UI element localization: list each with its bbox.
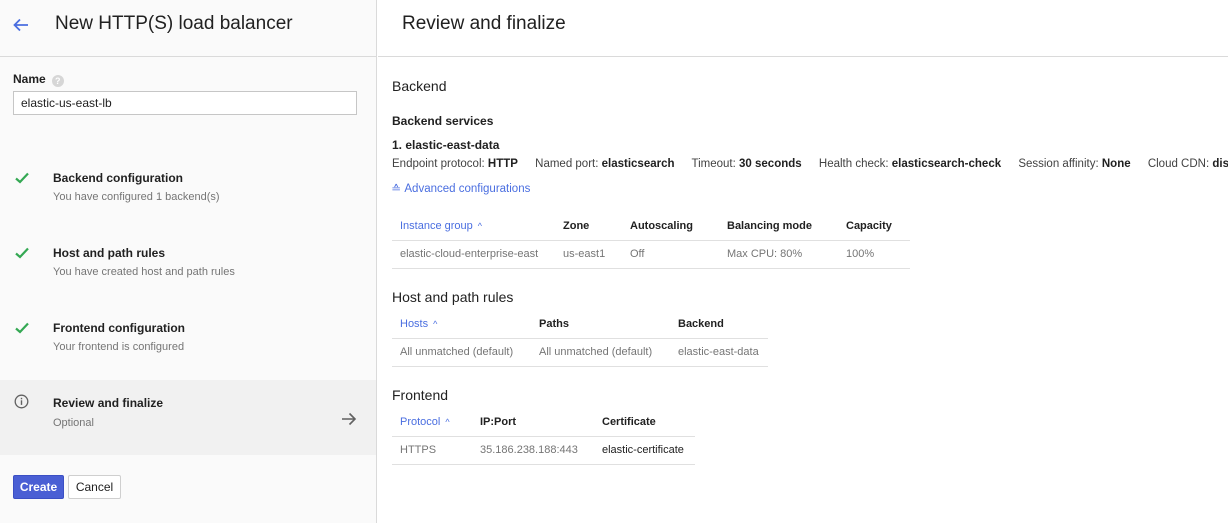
sort-ascending-icon: ^	[433, 318, 438, 329]
create-button[interactable]: Create	[13, 475, 64, 499]
prop-label: Session affinity:	[1018, 158, 1099, 170]
prop-label: Health check:	[818, 158, 889, 170]
cell-backend: elastic-east-data	[670, 338, 768, 367]
arrow-right-icon[interactable]	[341, 412, 357, 426]
cell-certificate: elastic-certificate	[594, 436, 695, 465]
cell-autoscaling: Off	[622, 240, 719, 269]
column-header-backend: Backend	[670, 310, 768, 339]
cell-balancing-mode: Max CPU: 80%	[719, 240, 838, 269]
prop-value: elasticsearch	[601, 158, 675, 170]
column-header-hosts[interactable]: Hosts ^	[392, 310, 531, 339]
prop-health-check: Health check: elasticsearch-check	[819, 158, 1001, 170]
prop-value: None	[1101, 158, 1131, 170]
step-title: Backend configuration	[53, 171, 184, 185]
cancel-button[interactable]: Cancel	[68, 475, 121, 499]
load-balancer-wizard: New HTTP(S) load balancer Name? Backend …	[0, 0, 1228, 523]
prop-named-port: Named port: elasticsearch	[535, 158, 674, 170]
page-title: New HTTP(S) load balancer	[55, 13, 293, 34]
step-review-and-finalize[interactable]: Review and finalize Optional	[0, 380, 376, 455]
backend-service-properties: Endpoint protocol: HTTP Named port: elas…	[392, 158, 1228, 170]
cell-zone: us-east1	[555, 240, 622, 269]
check-icon	[15, 247, 29, 259]
prop-value: disabled	[1212, 158, 1228, 170]
table-header-row: Protocol ^ IP:Port Certificate	[392, 408, 695, 437]
prop-value: elasticsearch-check	[891, 158, 1002, 170]
backend-heading: Backend	[392, 78, 447, 94]
review-title: Review and finalize	[402, 13, 566, 34]
double-chevron-down-icon: ≙	[391, 184, 402, 195]
cell-ip-port: 35.186.238.188:443	[472, 436, 594, 465]
sort-ascending-icon: ^	[445, 416, 450, 427]
sidebar-header: New HTTP(S) load balancer	[0, 0, 376, 57]
column-header-balancing-mode: Balancing mode	[719, 212, 838, 241]
name-label-text: Name	[13, 72, 46, 86]
advanced-configurations-link[interactable]: ≙ Advanced configurations	[391, 183, 531, 195]
table-header-row: Instance group ^ Zone Autoscaling Balanci…	[392, 212, 910, 241]
column-header-certificate: Certificate	[594, 408, 695, 437]
header-label: Hosts	[400, 317, 429, 330]
info-icon	[14, 394, 29, 409]
prop-label: Cloud CDN:	[1147, 158, 1210, 170]
prop-value: 30 seconds	[739, 158, 802, 170]
name-input[interactable]	[13, 91, 357, 115]
table-row: elastic-cloud-enterprise-east us-east1 O…	[392, 240, 910, 269]
column-header-autoscaling: Autoscaling	[622, 212, 719, 241]
step-subtitle: Optional	[53, 417, 94, 429]
header-label: Protocol	[400, 415, 441, 428]
back-arrow-icon[interactable]	[11, 15, 31, 35]
review-header: Review and finalize	[378, 0, 1228, 57]
backend-service-name: 1. elastic-east-data	[392, 138, 500, 152]
step-title: Review and finalize	[53, 396, 164, 410]
column-header-zone: Zone	[555, 212, 622, 241]
prop-label: Timeout:	[691, 158, 736, 170]
sort-ascending-icon: ^	[477, 220, 483, 231]
cell-capacity: 100%	[838, 240, 910, 269]
advanced-configurations-label: Advanced configurations	[404, 183, 531, 195]
header-label: Instance group	[400, 219, 473, 232]
prop-label: Named port:	[535, 158, 599, 170]
table-row: All unmatched (default) All unmatched (d…	[392, 338, 768, 367]
cell-paths: All unmatched (default)	[531, 338, 670, 367]
table-row: HTTPS 35.186.238.188:443 elastic-certifi…	[392, 436, 695, 465]
step-subtitle: You have configured 1 backend(s)	[53, 191, 220, 203]
wizard-sidebar: New HTTP(S) load balancer Name? Backend …	[0, 0, 377, 523]
prop-cloud-cdn: Cloud CDN: disabled	[1148, 158, 1228, 170]
check-icon	[15, 172, 29, 184]
column-header-paths: Paths	[531, 310, 670, 339]
cell-instance-group: elastic-cloud-enterprise-east	[392, 240, 555, 269]
host-rules-heading: Host and path rules	[392, 289, 514, 305]
step-subtitle: You have created host and path rules	[53, 266, 235, 278]
help-icon[interactable]: ?	[51, 75, 64, 87]
step-subtitle: Your frontend is configured	[53, 341, 185, 353]
instance-group-table: Instance group ^ Zone Autoscaling Balanci…	[392, 212, 910, 269]
column-header-instance-group[interactable]: Instance group ^	[392, 212, 555, 241]
frontend-table: Protocol ^ IP:Port Certificate HTTPS 35.1…	[392, 408, 695, 465]
frontend-heading: Frontend	[392, 387, 449, 403]
table-header-row: Hosts ^ Paths Backend	[392, 310, 768, 339]
prop-endpoint-protocol: Endpoint protocol: HTTP	[392, 158, 518, 170]
host-rules-table: Hosts ^ Paths Backend All unmatched (defa…	[392, 310, 768, 367]
review-panel: Review and finalize Backend Backend serv…	[378, 0, 1228, 523]
prop-timeout: Timeout: 30 seconds	[692, 158, 802, 170]
prop-label: Endpoint protocol:	[392, 158, 485, 170]
cell-protocol: HTTPS	[392, 436, 472, 465]
column-header-protocol[interactable]: Protocol ^	[392, 408, 472, 437]
column-header-ip-port: IP:Port	[472, 408, 594, 437]
step-title: Host and path rules	[53, 246, 166, 260]
check-icon	[15, 322, 29, 334]
prop-value: HTTP	[487, 158, 518, 170]
prop-session-affinity: Session affinity: None	[1018, 158, 1130, 170]
backend-services-heading: Backend services	[392, 114, 494, 128]
column-header-capacity: Capacity	[838, 212, 910, 241]
cell-hosts: All unmatched (default)	[392, 338, 531, 367]
name-label: Name?	[13, 72, 64, 87]
step-title: Frontend configuration	[53, 321, 185, 335]
